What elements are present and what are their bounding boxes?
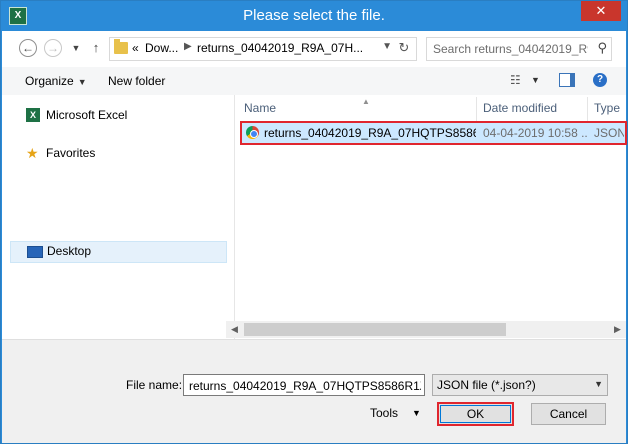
file-date-modified: 04-04-2019 10:58 ... bbox=[483, 126, 587, 140]
file-type-filter-value: JSON file (*.json?) bbox=[437, 378, 536, 392]
nav-item-label: Desktop bbox=[47, 244, 92, 258]
address-dropdown-chevron-down-icon[interactable]: ▼ bbox=[382, 41, 392, 52]
recent-locations-chevron-down-icon[interactable]: ▼ bbox=[67, 39, 85, 57]
preview-pane-icon[interactable] bbox=[559, 73, 575, 87]
file-name-field[interactable] bbox=[183, 374, 425, 396]
scroll-right-icon[interactable]: ▶ bbox=[609, 321, 626, 338]
breadcrumb-downloads[interactable]: Dow... bbox=[145, 41, 178, 55]
ok-button[interactable]: OK bbox=[437, 402, 514, 426]
column-header-date-modified[interactable]: Date modified bbox=[483, 101, 557, 121]
title-bar: X Please select the file. ✕ bbox=[1, 1, 627, 31]
nav-item-label: Favorites bbox=[46, 146, 96, 160]
nav-item-desktop[interactable]: Desktop bbox=[10, 241, 227, 263]
column-divider[interactable] bbox=[476, 97, 477, 121]
organize-label: Organize bbox=[25, 74, 74, 88]
column-header-name[interactable]: Name ▲ bbox=[244, 97, 370, 121]
column-name-label: Name bbox=[244, 101, 277, 115]
file-type-filter-select[interactable]: JSON file (*.json?) ▼ bbox=[432, 374, 608, 396]
close-button[interactable]: ✕ bbox=[581, 1, 621, 21]
file-row[interactable]: returns_04042019_R9A_07HQTPS8586R1Z... 0… bbox=[240, 121, 627, 145]
horizontal-scrollbar[interactable]: ◀ ▶ bbox=[226, 321, 626, 338]
up-arrow-icon[interactable]: ↑ bbox=[87, 39, 105, 57]
scrollbar-thumb[interactable] bbox=[244, 323, 506, 336]
chevron-down-icon: ▼ bbox=[77, 77, 87, 87]
back-arrow-icon[interactable]: ← bbox=[19, 39, 37, 57]
chrome-icon bbox=[246, 126, 259, 139]
sort-ascending-icon: ▲ bbox=[362, 97, 370, 106]
breadcrumb-current-folder[interactable]: returns_04042019_R9A_07H... bbox=[197, 41, 363, 55]
cancel-button[interactable]: Cancel bbox=[531, 403, 606, 425]
file-open-dialog: X Please select the file. ✕ ← → ▼ ↑ « Do… bbox=[0, 0, 628, 444]
breadcrumb-separator-icon[interactable]: ▶ bbox=[184, 41, 192, 52]
view-options-chevron-down-icon[interactable]: ▼ bbox=[531, 75, 540, 85]
search-icon[interactable]: ⚲ bbox=[597, 40, 607, 56]
view-options-icon[interactable]: ☷ bbox=[510, 73, 521, 87]
organize-menu-button[interactable]: Organize ▼ bbox=[25, 74, 87, 88]
search-box[interactable]: ⚲ bbox=[426, 37, 612, 61]
desktop-icon bbox=[27, 246, 43, 258]
window-title: Please select the file. bbox=[243, 7, 385, 24]
scroll-left-icon[interactable]: ◀ bbox=[226, 321, 243, 338]
command-toolbar: Organize ▼ New folder ☷ ▼ ? bbox=[2, 67, 626, 96]
dialog-footer: File name: JSON file (*.json?) ▼ Tools ▼… bbox=[2, 339, 626, 443]
navigation-pane: X Microsoft Excel ★ Favorites Desktop bbox=[2, 95, 235, 373]
dialog-body: ← → ▼ ↑ « Dow... ▶ returns_04042019_R9A_… bbox=[2, 31, 627, 443]
nav-item-label: Microsoft Excel bbox=[46, 108, 128, 122]
column-header-type[interactable]: Type bbox=[594, 101, 620, 121]
file-name-input[interactable] bbox=[187, 377, 423, 394]
refresh-icon[interactable]: ↻ bbox=[395, 39, 413, 57]
help-icon[interactable]: ? bbox=[593, 73, 607, 87]
tools-label: Tools bbox=[370, 406, 399, 420]
file-type: JSON bbox=[594, 126, 624, 140]
new-folder-button[interactable]: New folder bbox=[108, 74, 165, 88]
folder-icon bbox=[114, 39, 128, 54]
address-bar[interactable]: « Dow... ▶ returns_04042019_R9A_07H... ▼… bbox=[109, 37, 417, 61]
forward-arrow-icon[interactable]: → bbox=[44, 39, 62, 57]
chevron-down-icon: ▼ bbox=[594, 379, 603, 389]
file-name-label: File name: bbox=[126, 378, 183, 392]
tools-menu-button[interactable]: Tools ▼ bbox=[370, 406, 421, 420]
address-overflow-chevron[interactable]: « bbox=[132, 41, 139, 55]
column-divider[interactable] bbox=[587, 97, 588, 121]
chevron-down-icon: ▼ bbox=[412, 408, 421, 418]
excel-icon: X bbox=[26, 108, 40, 122]
file-name: returns_04042019_R9A_07HQTPS8586R1Z... bbox=[264, 126, 476, 140]
star-icon: ★ bbox=[26, 145, 39, 161]
search-input[interactable] bbox=[431, 40, 590, 58]
